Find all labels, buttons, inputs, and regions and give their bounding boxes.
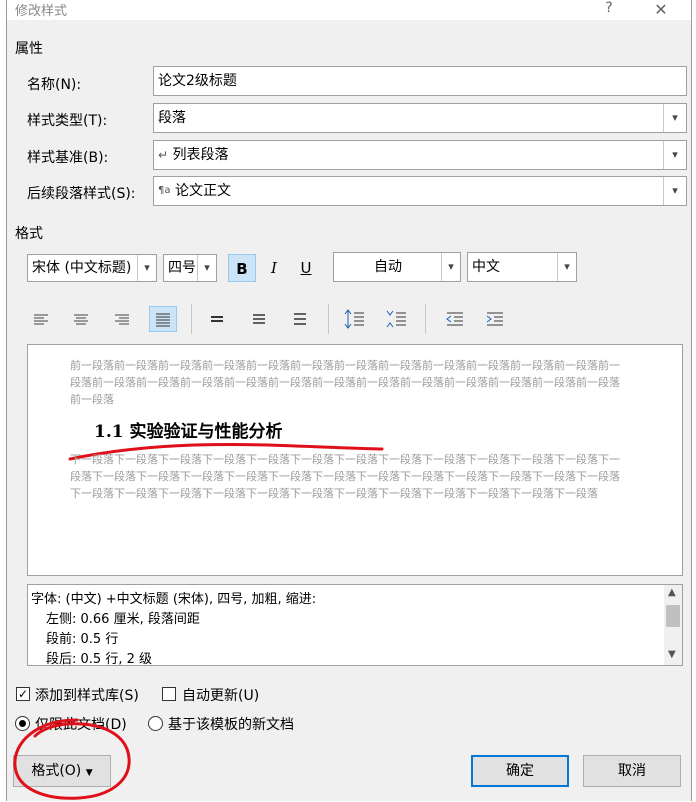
close-button[interactable]: ✕ [649, 0, 673, 19]
description-scrollbar[interactable]: ▲ ▼ [664, 585, 682, 665]
next-paragraph-sample: 下一段落下一段落下一段落下一段落下一段落下一段落下一段落下一段落下一段落下一段落… [70, 453, 620, 500]
language-select[interactable]: 中文 ▾ [467, 252, 577, 282]
template-documents-radio[interactable] [148, 716, 163, 731]
red-circle-annotation [13, 718, 131, 800]
chevron-down-icon[interactable]: ▾ [663, 177, 686, 205]
paragraph-spacing-decrease-icon [386, 310, 406, 328]
next-paragraph-style-value: 论文正文 [174, 183, 231, 199]
single-spacing-button[interactable] [203, 306, 231, 332]
style-based-on-select[interactable]: ↵ 列表段落 ▾ [153, 140, 687, 170]
previous-paragraph-sample: 前一段落前一段落前一段落前一段落前一段落前一段落前一段落前一段落前一段落前一段落… [70, 359, 620, 406]
chevron-down-icon[interactable]: ▾ [663, 141, 686, 169]
style-preview-pane: 前一段落前一段落前一段落前一段落前一段落前一段落前一段落前一段落前一段落前一段落… [27, 344, 683, 576]
chevron-down-icon[interactable]: ▾ [197, 255, 216, 281]
chevron-down-icon[interactable]: ▾ [137, 255, 156, 281]
template-documents-label[interactable]: 基于该模板的新文档 [168, 714, 294, 734]
justify-icon [156, 313, 170, 327]
increase-indent-button[interactable] [481, 306, 509, 332]
scroll-down-icon[interactable]: ▼ [668, 649, 676, 660]
style-type-label: 样式类型(T): [27, 113, 108, 129]
modify-style-dialog: 修改样式 ? ✕ 属性 名称(N): 论文2级标题 样式类型(T): 段落 ▾ … [6, 0, 692, 801]
increase-indent-icon [486, 312, 503, 326]
align-right-icon [115, 314, 129, 325]
style-based-on-label: 样式基准(B): [27, 150, 109, 166]
name-label: 名称(N): [27, 77, 82, 93]
align-center-button[interactable] [67, 306, 95, 332]
description-line: 段后: 0.5 行, 2 级 [46, 652, 152, 666]
font-color-value: 自动 [374, 259, 402, 275]
add-to-gallery-label[interactable]: 添加到样式库(S) [35, 685, 139, 705]
format-section-label: 格式 [15, 226, 43, 242]
scrollbar-thumb[interactable] [666, 605, 680, 627]
decrease-indent-button[interactable] [441, 306, 469, 332]
single-spacing-icon [211, 316, 223, 322]
align-left-icon [34, 314, 48, 325]
description-line: 段前: 0.5 行 [46, 632, 119, 647]
double-spacing-icon [294, 313, 306, 325]
description-line: 字体: (中文) +中文标题 (宋体), 四号, 加粗, 缩进: [31, 592, 317, 607]
help-button[interactable]: ? [597, 0, 621, 18]
ok-button[interactable]: 确定 [471, 755, 569, 787]
paragraph-style-icon: ¶a [158, 185, 171, 196]
font-value: 宋体 (中文标题) [32, 260, 132, 276]
one-half-spacing-icon [253, 314, 265, 324]
style-type-select[interactable]: 段落 ▾ [153, 103, 687, 133]
title-bar: 修改样式 ? ✕ [7, 0, 691, 20]
cancel-button[interactable]: 取消 [583, 755, 681, 787]
justify-button[interactable] [149, 306, 177, 332]
dialog-title: 修改样式 [15, 4, 68, 19]
chevron-down-icon[interactable]: ▾ [441, 253, 460, 281]
description-line: 左侧: 0.66 厘米, 段落间距 [46, 612, 200, 627]
paragraph-spacing-increase-icon [344, 309, 364, 329]
italic-button[interactable]: I [260, 254, 288, 282]
decrease-paragraph-spacing-button[interactable] [383, 306, 411, 332]
chevron-down-icon[interactable]: ▾ [663, 104, 686, 132]
double-spacing-button[interactable] [286, 306, 314, 332]
font-select[interactable]: 宋体 (中文标题) ▾ [27, 254, 157, 282]
name-input[interactable]: 论文2级标题 [153, 66, 687, 96]
toolbar-divider [191, 304, 192, 334]
font-size-value: 四号 [168, 260, 196, 276]
auto-update-label[interactable]: 自动更新(U) [182, 685, 259, 705]
toolbar-divider [328, 304, 329, 334]
increase-paragraph-spacing-button[interactable] [341, 306, 369, 332]
font-size-select[interactable]: 四号 ▾ [163, 254, 217, 282]
properties-section-label: 属性 [15, 41, 43, 57]
next-paragraph-style-select[interactable]: ¶a 论文正文 ▾ [153, 176, 687, 206]
return-arrow-icon: ↵ [158, 148, 169, 162]
style-description: 字体: (中文) +中文标题 (宋体), 四号, 加粗, 缩进: 左侧: 0.6… [27, 584, 683, 666]
one-half-spacing-button[interactable] [245, 306, 273, 332]
language-value: 中文 [472, 259, 500, 275]
scroll-up-icon[interactable]: ▲ [668, 587, 676, 598]
underline-button[interactable]: U [292, 254, 320, 282]
toolbar-divider [425, 304, 426, 334]
style-type-value: 段落 [158, 110, 186, 126]
auto-update-checkbox[interactable] [162, 687, 176, 701]
align-center-icon [74, 314, 88, 325]
decrease-indent-icon [446, 312, 463, 326]
next-paragraph-style-label: 后续段落样式(S): [27, 186, 136, 202]
align-right-button[interactable] [108, 306, 136, 332]
style-based-on-value: 列表段落 [172, 147, 229, 163]
font-color-select[interactable]: 自动 ▾ [333, 252, 461, 282]
chevron-down-icon[interactable]: ▾ [557, 253, 576, 281]
add-to-gallery-checkbox[interactable]: ✓ [16, 687, 30, 701]
bold-button[interactable]: B [228, 254, 256, 282]
align-left-button[interactable] [27, 306, 55, 332]
